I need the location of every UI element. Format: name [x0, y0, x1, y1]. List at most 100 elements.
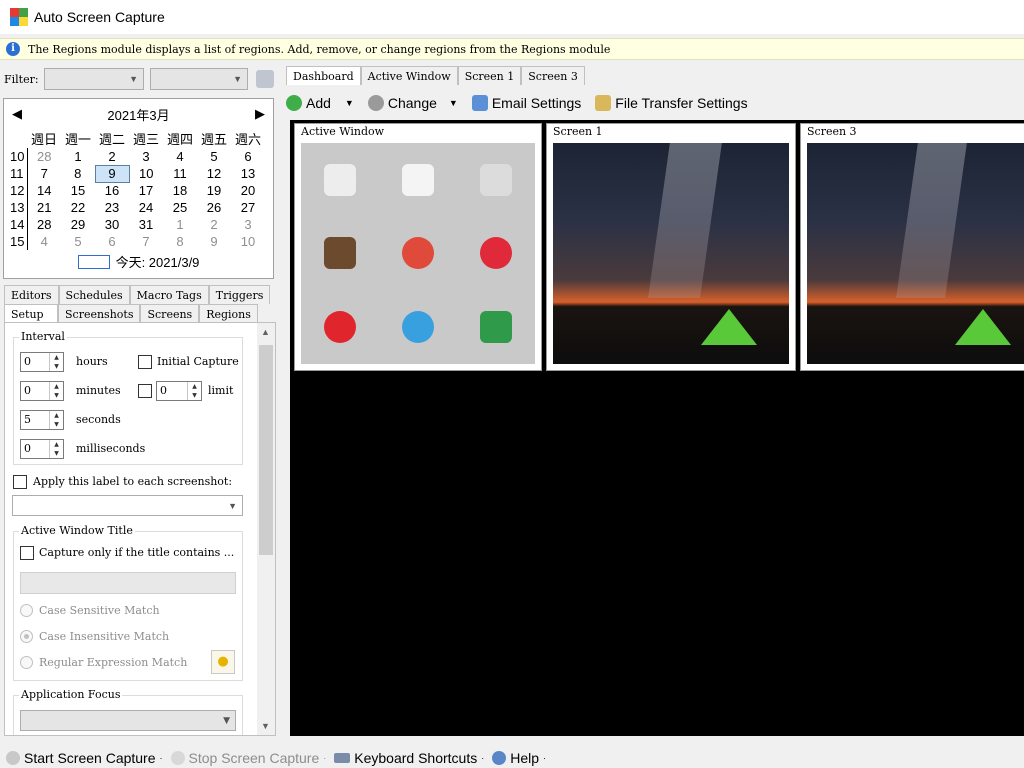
tab-setup[interactable]: Setup	[4, 304, 58, 323]
month-calendar[interactable]: ◀ 2021年3月 ▶ 週日 週一 週二 週三 週四 週五 週六 10 28 1 2 3 4 5 6 11 7…	[3, 98, 274, 279]
calendar-day[interactable]: 14	[27, 182, 61, 199]
calendar-day[interactable]: 9	[94, 164, 130, 183]
prev-month-icon[interactable]: ◀	[12, 106, 22, 122]
tab-active-window[interactable]: Active Window	[360, 66, 458, 85]
email-settings-button[interactable]: Email Settings	[471, 95, 581, 111]
tab-schedules[interactable]: Schedules	[58, 285, 130, 304]
calendar-day[interactable]: 21	[27, 199, 61, 216]
initial-capture-checkbox[interactable]	[138, 355, 152, 369]
label-combo[interactable]: ▼	[12, 495, 243, 516]
calendar-day[interactable]: 28	[27, 216, 61, 233]
calendar-day[interactable]: 27	[231, 199, 265, 216]
calendar-day[interactable]: 25	[163, 199, 197, 216]
tab-screen-3[interactable]: Screen 3	[521, 66, 585, 85]
calendar-day[interactable]: 18	[163, 182, 197, 199]
spinner-arrows-icon[interactable]: ▲ ▼	[49, 382, 63, 400]
tab-macro-tags[interactable]: Macro Tags	[129, 285, 209, 304]
calendar-day[interactable]: 13	[231, 165, 265, 182]
calendar-day[interactable]: 7	[129, 233, 163, 250]
calendar-day[interactable]: 11	[163, 165, 197, 182]
calendar-day[interactable]: 3	[231, 216, 265, 233]
calendar-day[interactable]: 6	[231, 148, 265, 165]
calendar-day[interactable]: 5	[61, 233, 95, 250]
calendar-day[interactable]: 10	[231, 233, 265, 250]
today-label[interactable]: 今天: 2021/3/9	[116, 252, 200, 271]
capture-only-checkbox[interactable]	[20, 546, 34, 560]
chevron-down-icon[interactable]: ▼	[449, 98, 458, 108]
help-button[interactable]: Help ·	[492, 750, 546, 766]
calendar-day[interactable]: 1	[61, 148, 95, 165]
calendar-day[interactable]: 20	[231, 182, 265, 199]
minutes-spinner[interactable]: 0 ▲ ▼	[20, 381, 64, 401]
calendar-day[interactable]: 6	[95, 233, 129, 250]
calendar-day[interactable]: 26	[197, 199, 231, 216]
calendar-day[interactable]: 16	[95, 182, 129, 199]
calendar-day[interactable]: 8	[163, 233, 197, 250]
scroll-up-icon[interactable]: ▲	[261, 327, 270, 337]
application-focus-combo[interactable]: ▼	[20, 710, 236, 731]
tab-screen-1[interactable]: Screen 1	[457, 66, 522, 85]
chevron-down-icon[interactable]: ▼	[345, 98, 354, 108]
calendar-day[interactable]: 28	[27, 148, 61, 165]
limit-checkbox[interactable]	[138, 384, 152, 398]
tab-triggers[interactable]: Triggers	[208, 285, 271, 304]
change-button[interactable]: Change ▼	[367, 95, 458, 111]
spinner-arrows-icon[interactable]: ▲ ▼	[49, 440, 63, 458]
calendar-day[interactable]: 9	[197, 233, 231, 250]
lightbulb-icon[interactable]: ●	[211, 650, 235, 674]
calendar-day[interactable]: 29	[61, 216, 95, 233]
calendar-day[interactable]: 31	[129, 216, 163, 233]
spinner-arrows-icon[interactable]: ▲ ▼	[187, 382, 201, 400]
limit-spinner[interactable]: 0 ▲ ▼	[156, 381, 202, 401]
calendar-day[interactable]: 8	[61, 165, 95, 182]
tab-screenshots[interactable]: Screenshots	[58, 304, 141, 323]
spinner-arrows-icon[interactable]: ▲ ▼	[49, 411, 63, 429]
filter-combo-2[interactable]: ▼	[150, 68, 248, 90]
calendar-day[interactable]: 2	[197, 216, 231, 233]
calendar-day[interactable]: 19	[197, 182, 231, 199]
calendar-day[interactable]: 30	[95, 216, 129, 233]
tab-screens[interactable]: Screens	[140, 304, 200, 323]
hours-spinner[interactable]: 0 ▲ ▼	[20, 352, 64, 372]
scroll-down-icon[interactable]: ▼	[261, 721, 270, 731]
pane-screen-3[interactable]: Screen 3	[800, 123, 1024, 371]
keyboard-shortcuts-button[interactable]: Keyboard Shortcuts ·	[334, 750, 484, 766]
calendar-day[interactable]: 12	[197, 165, 231, 182]
next-month-icon[interactable]: ▶	[255, 106, 265, 122]
regex-radio[interactable]	[20, 656, 33, 669]
pane-screen-1[interactable]: Screen 1	[546, 123, 796, 371]
calendar-day[interactable]: 17	[129, 182, 163, 199]
apply-label-checkbox[interactable]	[13, 475, 27, 489]
tab-editors[interactable]: Editors	[4, 285, 59, 304]
calendar-day[interactable]: 7	[27, 165, 61, 182]
calendar-day[interactable]: 3	[129, 148, 163, 165]
calendar-day[interactable]: 15	[61, 182, 95, 199]
filter-refresh-icon[interactable]	[256, 70, 274, 88]
calendar-day[interactable]: 4	[163, 148, 197, 165]
folder-icon	[595, 95, 612, 111]
file-transfer-settings-button[interactable]: File Transfer Settings	[595, 95, 748, 111]
calendar-day[interactable]: 5	[197, 148, 231, 165]
calendar-day[interactable]: 22	[61, 199, 95, 216]
title-contains-input[interactable]	[20, 572, 236, 594]
calendar-day[interactable]: 4	[27, 233, 61, 250]
case-insensitive-radio[interactable]	[20, 630, 33, 643]
calendar-day[interactable]: 23	[95, 199, 129, 216]
calendar-day[interactable]: 24	[129, 199, 163, 216]
scroll-thumb[interactable]	[259, 345, 273, 555]
filter-combo-1[interactable]: ▼	[44, 68, 144, 90]
pane-active-window[interactable]: Active Window	[294, 123, 542, 371]
start-capture-button[interactable]: Start Screen Capture ·	[6, 750, 163, 766]
tab-regions[interactable]: Regions	[199, 304, 258, 323]
tab-dashboard[interactable]: Dashboard	[286, 66, 361, 85]
setup-scrollbar[interactable]: ▲ ▼	[257, 323, 275, 735]
calendar-day[interactable]: 2	[95, 148, 129, 165]
case-sensitive-radio[interactable]	[20, 604, 33, 617]
milliseconds-spinner[interactable]: 0 ▲ ▼	[20, 439, 64, 459]
calendar-day[interactable]: 1	[163, 216, 197, 233]
calendar-day[interactable]: 10	[129, 165, 163, 182]
seconds-spinner[interactable]: 5 ▲ ▼	[20, 410, 64, 430]
stop-capture-button[interactable]: Stop Screen Capture ·	[170, 750, 326, 766]
add-button[interactable]: Add ▼	[286, 95, 354, 111]
spinner-arrows-icon[interactable]: ▲ ▼	[49, 353, 63, 371]
